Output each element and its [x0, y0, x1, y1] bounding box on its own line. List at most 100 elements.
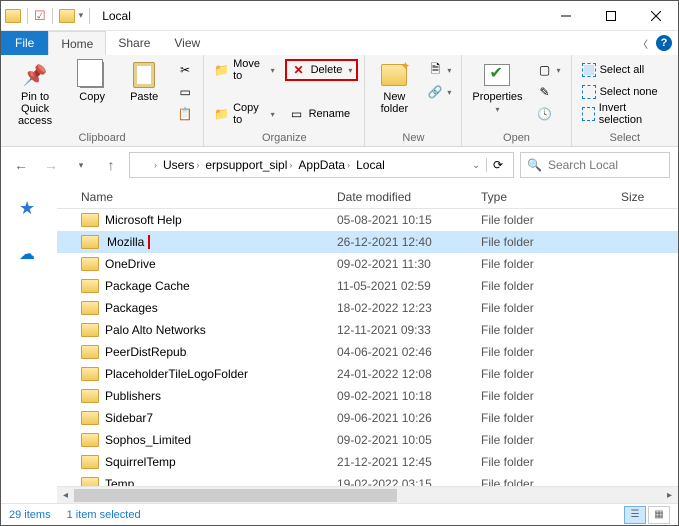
item-name: Package Cache [105, 279, 337, 293]
view-details-button[interactable]: ☰ [624, 506, 646, 524]
table-row[interactable]: PlaceholderTileLogoFolder24-01-2022 12:0… [57, 363, 678, 385]
refresh-button[interactable]: ⟳ [486, 158, 509, 172]
collapse-ribbon-icon[interactable]: 〈 [638, 36, 648, 51]
horizontal-scrollbar[interactable]: ◂ ▸ [57, 486, 678, 503]
pin-to-quick-access-button[interactable]: Pin to Quick access [7, 59, 63, 129]
column-headers[interactable]: Name Date modified Type Size [57, 185, 678, 209]
address-bar-row: ← → ▾ ↑ › Users › erpsupport_sipl › AppD… [1, 147, 678, 183]
tab-file[interactable]: File [1, 31, 48, 55]
nav-back-button[interactable]: ← [9, 153, 33, 177]
scroll-thumb[interactable] [74, 489, 397, 502]
copy-path-icon: ▭ [177, 84, 193, 100]
rename-button[interactable]: ▭Rename [285, 103, 359, 125]
address-dropdown-icon[interactable]: ⌄ [468, 160, 484, 171]
qat-dropdown-icon[interactable]: ▾ [79, 10, 84, 21]
column-name[interactable]: Name [81, 190, 337, 204]
open-icon: ▢ [537, 62, 553, 78]
properties-icon [484, 64, 510, 86]
table-row[interactable]: SquirrelTemp21-12-2021 12:45File folder [57, 451, 678, 473]
new-folder-button[interactable]: New folder [371, 59, 417, 117]
copy-icon [80, 62, 104, 88]
tab-home[interactable]: Home [48, 31, 106, 55]
item-name: PeerDistRepub [105, 345, 337, 359]
folder-icon [81, 235, 99, 249]
item-type: File folder [481, 323, 621, 337]
scroll-right-icon[interactable]: ▸ [661, 490, 678, 501]
paste-button[interactable]: Paste [121, 59, 167, 105]
view-large-icons-button[interactable]: ▦ [648, 506, 670, 524]
table-row[interactable]: Sophos_Limited09-02-2021 10:05File folde… [57, 429, 678, 451]
crumb-user[interactable]: erpsupport_sipl › [203, 158, 294, 172]
select-none-button[interactable]: Select none [578, 81, 672, 103]
move-to-button[interactable]: 📁Move to▾ [210, 59, 278, 81]
tab-view[interactable]: View [162, 31, 212, 55]
crumb-users[interactable]: Users › [161, 158, 201, 172]
nav-quick-access[interactable]: ★ [1, 195, 57, 221]
copy-path-button[interactable]: ▭ [173, 81, 197, 103]
properties-button[interactable]: Properties ▾ [468, 59, 526, 116]
folder-icon [81, 367, 99, 381]
crumb-local[interactable]: Local [354, 158, 387, 172]
new-item-button[interactable]: 🗎▾ [423, 59, 455, 81]
edit-icon: ✎ [537, 84, 553, 100]
table-row[interactable]: Packages18-02-2022 12:23File folder [57, 297, 678, 319]
table-row[interactable]: Mozilla26-12-2021 12:40File folder [57, 231, 678, 253]
nav-up-button[interactable]: ↑ [99, 153, 123, 177]
maximize-button[interactable] [588, 1, 633, 30]
tab-share[interactable]: Share [106, 31, 162, 55]
select-all-button[interactable]: Select all [578, 59, 672, 81]
invert-selection-icon [582, 107, 595, 121]
folder-icon [81, 411, 99, 425]
nav-forward-button[interactable]: → [39, 153, 63, 177]
table-row[interactable]: Temp19-02-2022 03:15File folder [57, 473, 678, 486]
help-icon[interactable]: ? [656, 35, 672, 51]
paste-icon [133, 62, 155, 88]
navigation-pane[interactable]: ★ ☁ [1, 185, 57, 503]
copy-button[interactable]: Copy [69, 59, 115, 105]
edit-button[interactable]: ✎ [533, 81, 565, 103]
star-icon: ★ [19, 198, 35, 219]
copy-to-button[interactable]: 📁Copy to▾ [210, 103, 278, 125]
scroll-left-icon[interactable]: ◂ [57, 490, 74, 501]
search-icon: 🔍 [527, 158, 542, 172]
cut-button[interactable]: ✂ [173, 59, 197, 81]
item-type: File folder [481, 455, 621, 469]
item-name: SquirrelTemp [105, 455, 337, 469]
open-button[interactable]: ▢▾ [533, 59, 565, 81]
item-type: File folder [481, 433, 621, 447]
easy-access-button[interactable]: 🔗▾ [423, 81, 455, 103]
table-row[interactable]: Sidebar709-06-2021 10:26File folder [57, 407, 678, 429]
table-row[interactable]: Microsoft Help05-08-2021 10:15File folde… [57, 209, 678, 231]
group-select: Select all Select none Invert selection … [572, 55, 678, 146]
column-date[interactable]: Date modified [337, 190, 481, 204]
table-row[interactable]: Package Cache11-05-2021 02:59File folder [57, 275, 678, 297]
rows-container[interactable]: Microsoft Help05-08-2021 10:15File folde… [57, 209, 678, 486]
item-date: 24-01-2022 12:08 [337, 367, 481, 381]
search-input[interactable]: 🔍 Search Local [520, 152, 670, 178]
delete-button[interactable]: ✕Delete▾ [285, 59, 359, 81]
address-bar[interactable]: › Users › erpsupport_sipl › AppData › Lo… [129, 152, 514, 178]
qat-newfolder-icon[interactable] [59, 9, 75, 23]
folder-icon [81, 477, 99, 486]
item-type: File folder [481, 389, 621, 403]
copy-to-icon: 📁 [214, 106, 229, 122]
table-row[interactable]: Publishers09-02-2021 10:18File folder [57, 385, 678, 407]
close-button[interactable] [633, 1, 678, 30]
column-type[interactable]: Type [481, 190, 621, 204]
history-button[interactable]: 🕓 [533, 103, 565, 125]
nav-onedrive[interactable]: ☁ [1, 241, 57, 267]
new-item-icon: 🗎 [427, 62, 443, 78]
paste-shortcut-button[interactable]: 📋 [173, 103, 197, 125]
invert-selection-button[interactable]: Invert selection [578, 103, 672, 125]
nav-recent-button[interactable]: ▾ [69, 153, 93, 177]
table-row[interactable]: OneDrive09-02-2021 11:30File folder [57, 253, 678, 275]
item-name: PlaceholderTileLogoFolder [105, 367, 337, 381]
select-all-icon [582, 63, 596, 77]
table-row[interactable]: PeerDistRepub04-06-2021 02:46File folder [57, 341, 678, 363]
group-open: Properties ▾ ▢▾ ✎ 🕓 Open [462, 55, 571, 146]
qat-properties-icon[interactable]: ☑ [34, 8, 46, 24]
table-row[interactable]: Palo Alto Networks12-11-2021 09:33File f… [57, 319, 678, 341]
minimize-button[interactable] [543, 1, 588, 30]
column-size[interactable]: Size [621, 190, 678, 204]
crumb-appdata[interactable]: AppData › [296, 158, 352, 172]
